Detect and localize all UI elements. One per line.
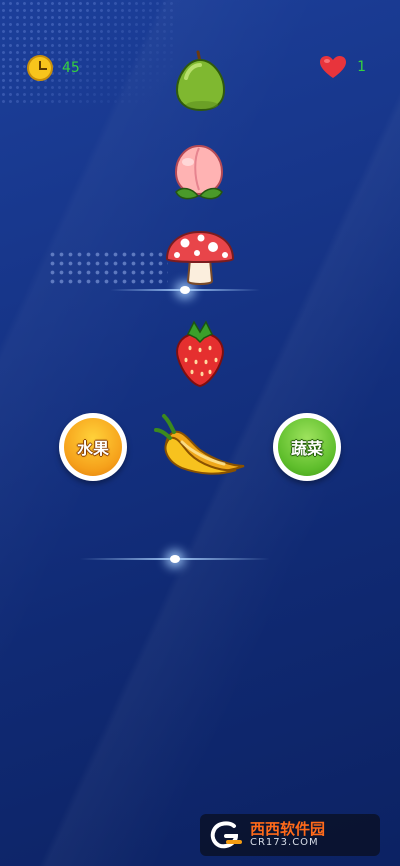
light-flare-upper [110, 286, 260, 294]
mushroom-icon [165, 230, 235, 285]
dot-pattern-top [0, 0, 175, 105]
peach-icon [174, 144, 224, 200]
vegetable-button-label: 蔬菜 [278, 418, 336, 476]
watermark-brand: 西西软件园 [250, 819, 326, 838]
clock-icon [27, 55, 53, 81]
light-flare-lower [80, 555, 270, 563]
lives: 1 [319, 55, 366, 79]
brand-logo-icon [210, 821, 242, 849]
fruit-button[interactable]: 水果 [59, 413, 127, 481]
lives-value: 1 [357, 59, 366, 75]
watermark-domain: CR173.COM [250, 836, 319, 848]
heart-icon [320, 56, 347, 78]
fruit-button-label: 水果 [64, 418, 122, 476]
timer-value: 45 [62, 60, 80, 76]
guava-icon [175, 50, 226, 112]
chili-pepper-icon [154, 414, 245, 475]
watermark: 西西软件园 CR173.COM [200, 814, 380, 856]
strawberry-icon [176, 320, 224, 388]
vegetable-button[interactable]: 蔬菜 [273, 413, 341, 481]
dot-pattern-middle [48, 250, 168, 286]
timer: 45 [27, 55, 80, 81]
